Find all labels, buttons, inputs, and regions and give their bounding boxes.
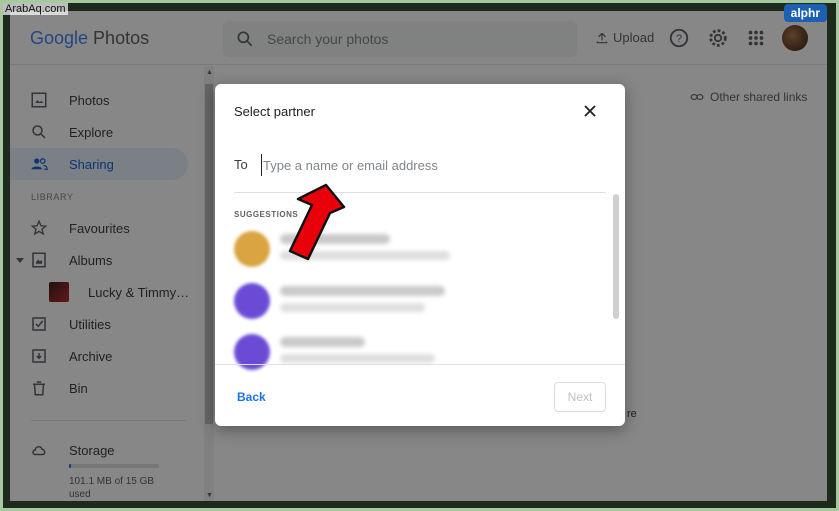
alphr-badge: alphr <box>783 4 827 22</box>
google-photos-app: Google Photos Search your photos Upload ?… <box>10 11 827 501</box>
suggestion-email-blurred <box>280 303 425 312</box>
next-button[interactable]: Next <box>554 382 606 412</box>
suggestion-item[interactable] <box>234 334 594 374</box>
to-label: To <box>234 157 248 172</box>
recipient-input[interactable] <box>261 154 605 176</box>
suggestion-name-blurred <box>280 337 365 347</box>
watermark-text: ArabAq.com <box>3 3 68 15</box>
red-annotation-arrow-icon <box>288 183 346 261</box>
close-icon[interactable] <box>580 101 600 121</box>
dialog-title: Select partner <box>234 104 315 119</box>
suggestions-scrollbar[interactable] <box>613 194 619 319</box>
suggestion-avatar <box>234 231 270 267</box>
suggestion-avatar <box>234 283 270 319</box>
back-button[interactable]: Back <box>237 390 266 404</box>
dialog-footer-divider <box>215 364 625 365</box>
suggestion-item[interactable] <box>234 283 594 323</box>
suggestion-name-blurred <box>280 286 445 296</box>
suggestion-email-blurred <box>280 354 435 363</box>
